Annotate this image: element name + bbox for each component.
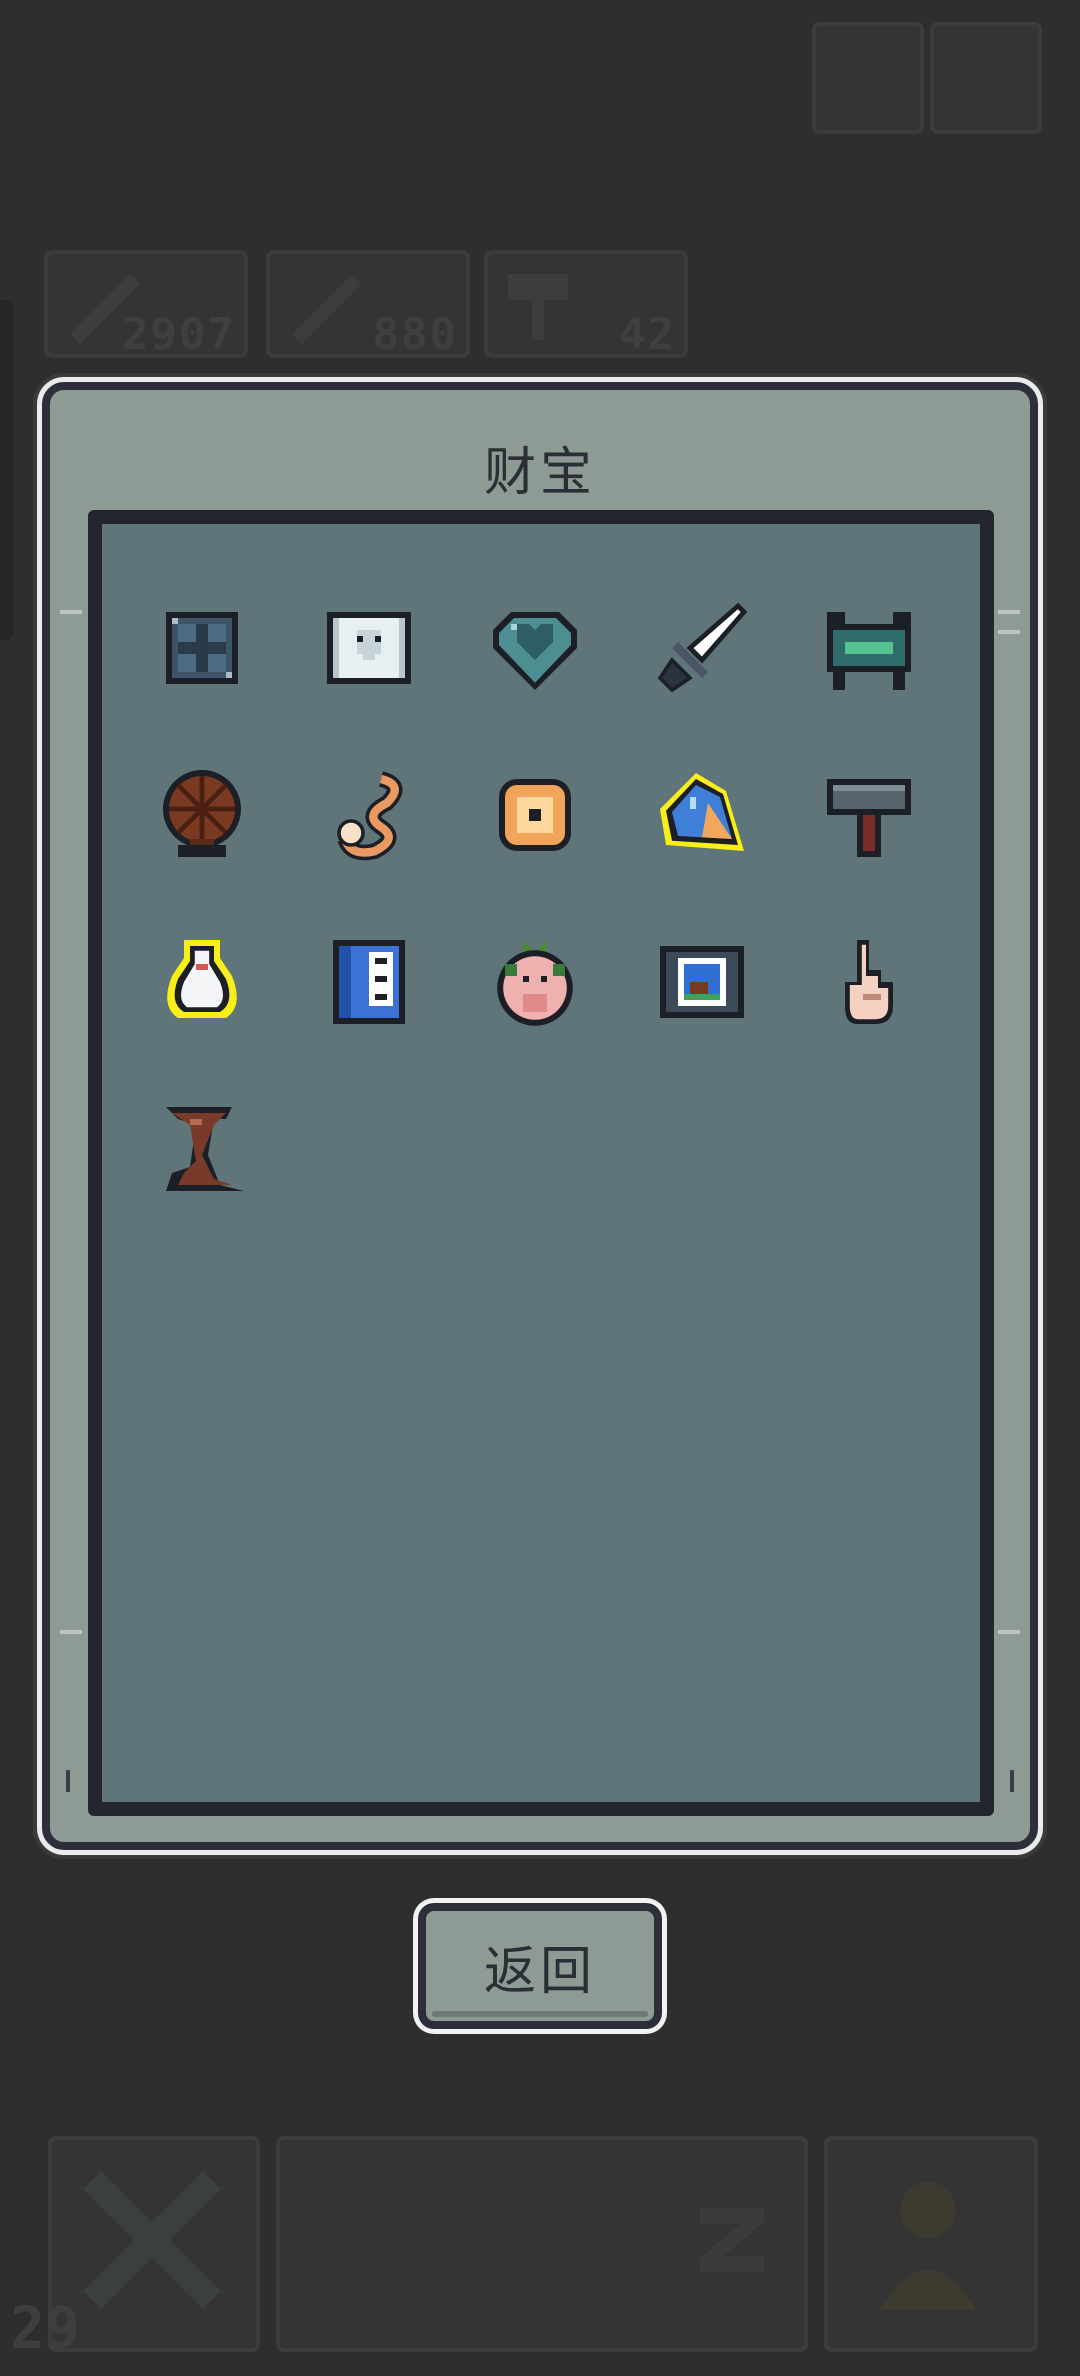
sleep-icon: [700, 2208, 764, 2272]
framed-portrait-icon: [660, 946, 744, 1018]
treasure-slot[interactable]: [152, 598, 252, 698]
treasure-slot[interactable]: [319, 765, 419, 865]
bottom-slot-right: [824, 2136, 1038, 2352]
crossed-swords-icon: [82, 2170, 222, 2310]
treasure-slot[interactable]: [152, 1099, 252, 1199]
character-icon: [880, 2182, 976, 2310]
stat-defense: 880: [266, 250, 470, 360]
treasure-slot[interactable]: [152, 765, 252, 865]
treasure-slot[interactable]: [819, 932, 919, 1032]
treasure-panel: [88, 510, 994, 1816]
white-vase-icon: [167, 940, 237, 1018]
hammer-icon: [508, 274, 568, 340]
treasure-slot[interactable]: [819, 598, 919, 698]
top-button-2: [930, 22, 1042, 134]
frame-tick: [998, 610, 1020, 614]
stat-attack-value: 2907: [122, 309, 236, 360]
frame-tick: [1010, 1770, 1014, 1792]
level-number: 29: [10, 2294, 80, 2362]
dialog-title: 财宝: [483, 443, 596, 503]
treasure-slot[interactable]: [652, 598, 752, 698]
treasure-slot[interactable]: [485, 598, 585, 698]
treasure-slot[interactable]: [652, 932, 752, 1032]
frame-tick: [998, 1630, 1020, 1634]
skull-scroll-icon: [327, 612, 411, 684]
treasure-slot[interactable]: [652, 765, 752, 865]
treasure-slot[interactable]: [485, 932, 585, 1032]
frame-tick: [998, 630, 1020, 634]
sun-biscuit-icon: [499, 779, 571, 851]
treasure-grid: [102, 524, 980, 1802]
stat-attack: 2907: [44, 250, 248, 360]
iron-hammer-icon: [827, 779, 911, 857]
treasure-slot[interactable]: [319, 598, 419, 698]
blue-crystal-icon: [660, 773, 744, 851]
spinning-wheel-icon: [163, 770, 241, 857]
stat-extra-value: 42: [619, 309, 676, 360]
frame-tick: [66, 1770, 70, 1792]
silver-dagger-icon: [657, 602, 748, 693]
treasure-dialog: 财宝: [42, 382, 1038, 1850]
rune-tablet-icon: [166, 612, 238, 684]
treasure-slot[interactable]: [152, 932, 252, 1032]
finger-gesture-icon: [845, 940, 893, 1024]
back-button-label: 返回: [483, 1941, 596, 2002]
blue-book-icon: [333, 940, 405, 1024]
stat-defense-value: 880: [372, 309, 458, 360]
side-drawer-tab: [0, 300, 14, 640]
bottom-slot-center: [276, 2136, 808, 2352]
heart-gem-icon: [493, 612, 577, 690]
treasure-slot[interactable]: [485, 765, 585, 865]
frame-tick: [60, 610, 82, 614]
sword-icon: [292, 274, 362, 344]
top-button-1: [812, 22, 924, 134]
stat-extra: 42: [484, 250, 688, 360]
frame-tick: [60, 1630, 82, 1634]
treasure-slot[interactable]: [319, 932, 419, 1032]
pig-head-icon: [497, 940, 573, 1026]
back-button[interactable]: 返回: [418, 1903, 662, 2029]
stone-spike-icon: [166, 1107, 244, 1191]
treasure-slot[interactable]: [819, 765, 919, 865]
coiled-snake-icon: [337, 771, 403, 861]
jade-gate-icon: [827, 612, 911, 690]
